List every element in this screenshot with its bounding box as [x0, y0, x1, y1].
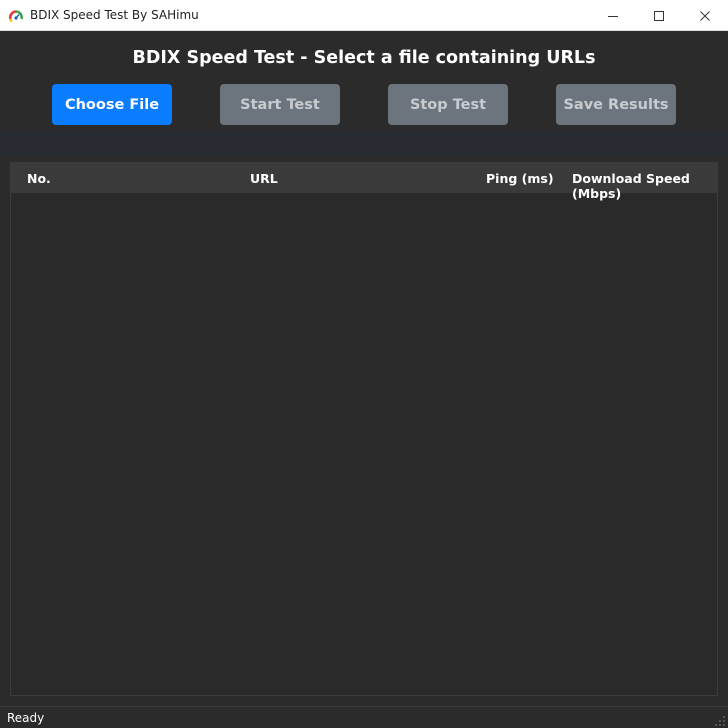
- status-text: Ready: [7, 711, 45, 725]
- maximize-icon: [654, 10, 664, 21]
- window-title: BDIX Speed Test By SAHimu: [30, 8, 199, 22]
- table-header: No. URL Ping (ms) Download Speed (Mbps): [11, 163, 717, 201]
- close-icon: [700, 10, 710, 21]
- toolbar-separator: [0, 131, 728, 156]
- minimize-button[interactable]: [590, 0, 636, 31]
- app-window: BDIX Speed Test By SAHimu BDIX Speed Tes…: [0, 0, 728, 728]
- column-header-no[interactable]: No.: [27, 171, 51, 186]
- column-header-ping[interactable]: Ping (ms): [486, 171, 554, 186]
- minimize-icon: [608, 15, 618, 17]
- maximize-button[interactable]: [636, 0, 682, 31]
- choose-file-button[interactable]: Choose File: [52, 84, 172, 125]
- results-table[interactable]: No. URL Ping (ms) Download Speed (Mbps): [10, 162, 718, 696]
- app-icon: [8, 8, 24, 24]
- status-bar: Ready: [0, 706, 728, 728]
- table-body[interactable]: [11, 193, 717, 695]
- stop-test-button[interactable]: Stop Test: [388, 84, 508, 125]
- page-title: BDIX Speed Test - Select a file containi…: [132, 48, 596, 68]
- close-button[interactable]: [682, 0, 728, 31]
- start-test-button[interactable]: Start Test: [220, 84, 340, 125]
- resize-grip-icon[interactable]: [714, 714, 726, 726]
- title-bar[interactable]: BDIX Speed Test By SAHimu: [0, 0, 728, 31]
- save-results-button[interactable]: Save Results: [556, 84, 676, 125]
- column-header-url[interactable]: URL: [250, 171, 278, 186]
